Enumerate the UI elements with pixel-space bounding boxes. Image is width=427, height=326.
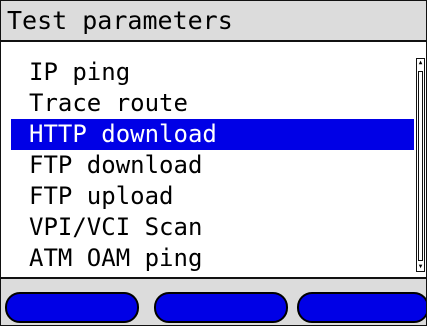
menu-scrollbar[interactable]: ▲ ▼ (416, 58, 425, 272)
triangle-up-icon[interactable]: ▲ (417, 60, 424, 66)
device-screen: Test parameters IP ping Trace route HTTP… (0, 0, 427, 326)
softkey-3-button[interactable] (297, 292, 426, 323)
softkey-2-button[interactable] (154, 292, 288, 323)
menu-item-trace-route[interactable]: Trace route (11, 88, 411, 119)
menu-item-ip-ping[interactable]: IP ping (11, 57, 411, 88)
softkey-bar (1, 277, 426, 325)
menu-item-ftp-upload[interactable]: FTP upload (11, 181, 411, 212)
test-parameters-menu: IP ping Trace route HTTP download FTP do… (11, 57, 414, 274)
page-title: Test parameters (7, 6, 233, 35)
triangle-down-icon[interactable]: ▼ (417, 264, 424, 270)
menu-item-atm-oam-ping[interactable]: ATM OAM ping (11, 243, 411, 274)
scrollbar-thumb[interactable] (418, 71, 423, 261)
title-bar: Test parameters (1, 1, 426, 42)
menu-item-vpi-vci-scan[interactable]: VPI/VCI Scan (11, 212, 411, 243)
menu-item-ftp-download[interactable]: FTP download (11, 150, 411, 181)
menu-item-http-download[interactable]: HTTP download (11, 119, 414, 150)
softkey-1-button[interactable] (5, 292, 139, 323)
